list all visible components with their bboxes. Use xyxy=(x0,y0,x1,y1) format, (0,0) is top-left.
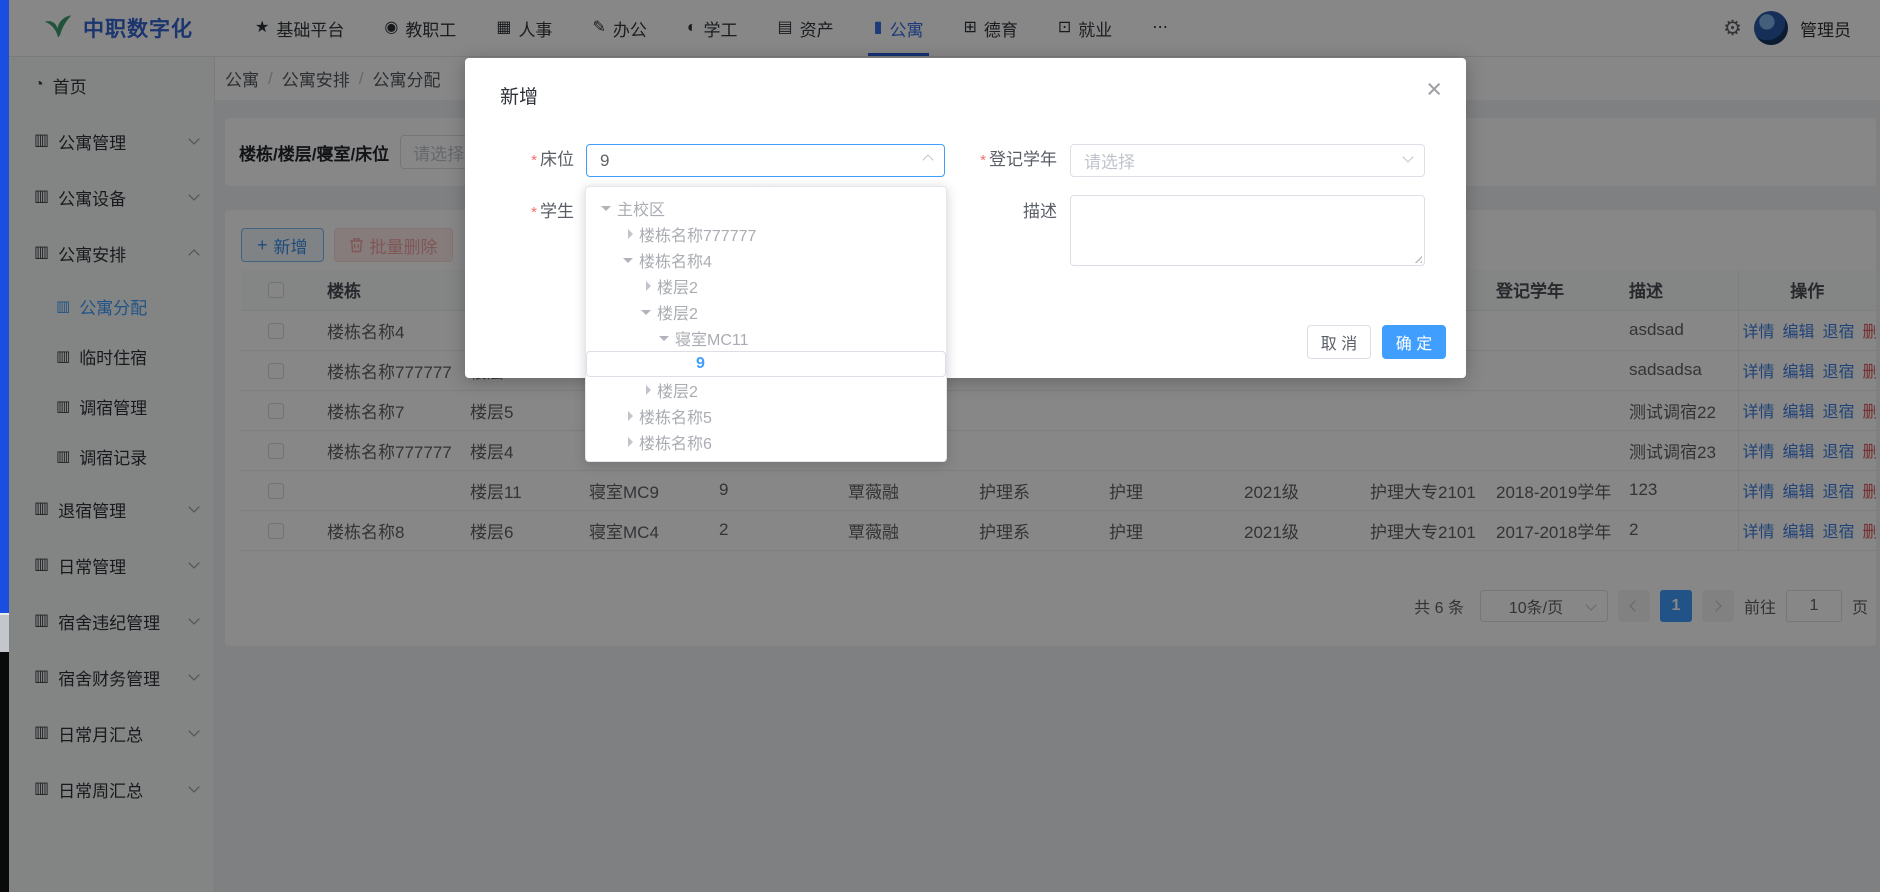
cancel-button[interactable]: 取 消 xyxy=(1307,325,1371,359)
tree-node-label: 楼层2 xyxy=(657,274,698,298)
bed-cascader-dropdown: 主校区楼栋名称777777楼栋名称4楼层2楼层2寝室MC119楼层2楼栋名称5楼… xyxy=(585,186,947,462)
tree-node-label: 寝室MC11 xyxy=(675,326,749,350)
bed-value: 9 xyxy=(600,151,609,171)
tree-node-楼层2[interactable]: 楼层2 xyxy=(586,299,946,325)
tree-node-楼栋名称6[interactable]: 楼栋名称6 xyxy=(586,429,946,455)
tree-node-楼栋名称5[interactable]: 楼栋名称5 xyxy=(586,403,946,429)
caret-down-icon xyxy=(601,206,611,216)
required-asterisk: * xyxy=(531,204,537,221)
year-label: *登记学年 xyxy=(915,150,1057,171)
tree-node-楼层2[interactable]: 楼层2 xyxy=(586,377,946,403)
year-select[interactable]: 请选择 xyxy=(1070,144,1425,177)
window-edge xyxy=(0,0,9,892)
caret-right-icon xyxy=(628,437,638,447)
edge-black-strip xyxy=(0,652,9,892)
caret-down-icon xyxy=(659,336,669,346)
tree-node-主校区[interactable]: 主校区 xyxy=(586,195,946,221)
tree-node-label: 9 xyxy=(696,355,705,373)
chevron-down-icon xyxy=(1402,151,1413,162)
tree-node-label: 楼栋名称5 xyxy=(639,404,712,428)
bed-label: *床位 xyxy=(465,150,574,171)
tree-node-label: 主校区 xyxy=(617,196,665,220)
tree-node-楼栋名称777777[interactable]: 楼栋名称777777 xyxy=(586,221,946,247)
desc-textarea[interactable] xyxy=(1070,195,1425,266)
tree-node-label: 楼栋名称6 xyxy=(639,430,712,454)
close-icon[interactable]: × xyxy=(1426,76,1442,103)
caret-right-icon xyxy=(646,281,656,291)
caret-down-icon xyxy=(623,258,633,268)
tree-node-楼层2[interactable]: 楼层2 xyxy=(586,273,946,299)
screen: 中职数字化 ★基础平台◉教职工▦人事✎办公◐学工▤资产▮公寓⊞德育⊡就业⋯ ⚙ … xyxy=(0,0,1880,892)
tree-node-楼栋名称4[interactable]: 楼栋名称4 xyxy=(586,247,946,273)
edge-scroll-handle[interactable] xyxy=(0,613,9,652)
tree-node-9[interactable]: 9 xyxy=(586,351,946,377)
tree-node-寝室MC11[interactable]: 寝室MC11 xyxy=(586,325,946,351)
caret-right-icon xyxy=(628,229,638,239)
confirm-button[interactable]: 确 定 xyxy=(1382,325,1446,359)
caret-right-icon xyxy=(646,385,656,395)
tree-node-label: 楼层2 xyxy=(657,378,698,402)
edge-blue-strip xyxy=(0,0,9,613)
tree-node-label: 楼栋名称 xyxy=(639,456,703,462)
tree-node-label: 楼栋名称4 xyxy=(639,248,712,272)
caret-down-icon xyxy=(641,310,651,320)
bed-select[interactable]: 9 xyxy=(586,144,945,177)
tree-node-label: 楼层2 xyxy=(657,300,698,324)
student-label: *学生 xyxy=(465,202,574,223)
year-placeholder: 请选择 xyxy=(1084,148,1135,173)
tree-node-label: 楼栋名称777777 xyxy=(639,222,756,246)
required-asterisk: * xyxy=(980,152,986,169)
required-asterisk: * xyxy=(531,152,537,169)
tree-node-楼栋名称[interactable]: 楼栋名称 xyxy=(586,455,946,462)
dialog-title: 新增 xyxy=(500,82,538,109)
caret-right-icon xyxy=(628,411,638,421)
